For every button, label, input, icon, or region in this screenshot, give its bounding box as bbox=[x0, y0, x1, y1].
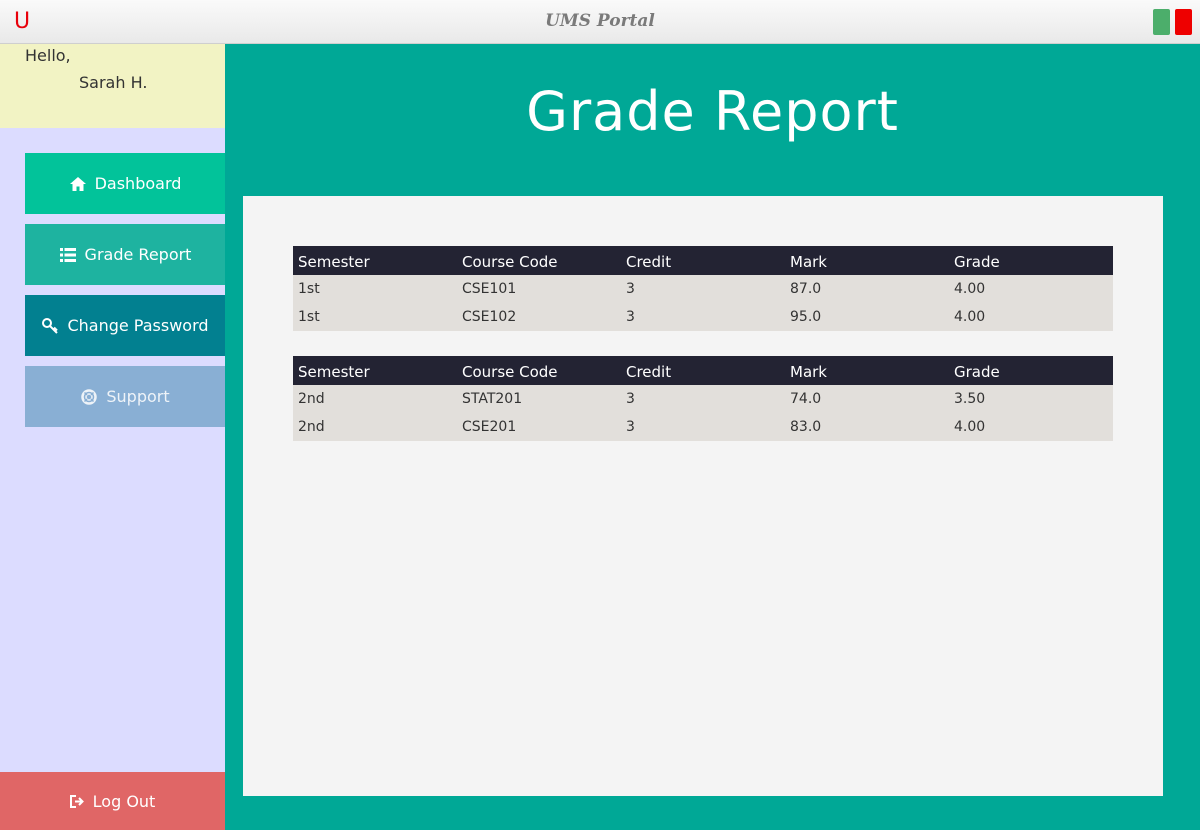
table-cell: 4.00 bbox=[949, 303, 1113, 331]
sidebar-item-grade-report[interactable]: Grade Report bbox=[25, 224, 225, 285]
page-title: Grade Report bbox=[526, 80, 899, 143]
table-cell: 1st bbox=[293, 275, 457, 303]
column-header: Semester bbox=[293, 356, 457, 385]
grade-table-2: Semester Course Code Credit Mark Grade 2… bbox=[293, 356, 1113, 441]
column-header: Credit bbox=[621, 356, 785, 385]
table-cell: 83.0 bbox=[785, 413, 949, 441]
key-icon bbox=[41, 317, 59, 335]
table-cell: 74.0 bbox=[785, 385, 949, 413]
column-header: Course Code bbox=[457, 246, 621, 275]
table-cell: CSE102 bbox=[457, 303, 621, 331]
list-icon bbox=[59, 246, 77, 264]
grade-table-1: Semester Course Code Credit Mark Grade 1… bbox=[293, 246, 1113, 331]
table-cell: 3.50 bbox=[949, 385, 1113, 413]
sidebar-item-label: Grade Report bbox=[84, 245, 192, 264]
logout-button[interactable]: Log Out bbox=[0, 772, 225, 830]
table-row: 1st CSE102 3 95.0 4.00 bbox=[293, 303, 1113, 331]
window-title: UMS Portal bbox=[545, 11, 655, 31]
table-cell: 2nd bbox=[293, 385, 457, 413]
close-button[interactable] bbox=[1175, 9, 1192, 35]
sidebar-item-change-password[interactable]: Change Password bbox=[25, 295, 225, 356]
maximize-button[interactable] bbox=[1153, 9, 1170, 35]
table-cell: 4.00 bbox=[949, 275, 1113, 303]
sidebar-item-label: Dashboard bbox=[94, 174, 182, 193]
username: Sarah H. bbox=[79, 73, 148, 92]
logout-label: Log Out bbox=[92, 791, 156, 811]
table-header-row: Semester Course Code Credit Mark Grade bbox=[293, 356, 1113, 385]
table-cell: CSE101 bbox=[457, 275, 621, 303]
column-header: Grade bbox=[949, 246, 1113, 275]
table-row: 2nd STAT201 3 74.0 3.50 bbox=[293, 385, 1113, 413]
sidebar-item-label: Change Password bbox=[67, 316, 209, 335]
column-header: Course Code bbox=[457, 356, 621, 385]
column-header: Credit bbox=[621, 246, 785, 275]
table-cell: 1st bbox=[293, 303, 457, 331]
lifebuoy-icon bbox=[80, 388, 98, 406]
table-cell: CSE201 bbox=[457, 413, 621, 441]
sidebar-item-label: Support bbox=[106, 387, 170, 406]
sign-out-icon bbox=[69, 794, 85, 808]
table-cell: 3 bbox=[621, 275, 785, 303]
column-header: Grade bbox=[949, 356, 1113, 385]
sidebar: Hello, Sarah H. Dashboard Grade Report C… bbox=[0, 44, 225, 830]
table-cell: 2nd bbox=[293, 413, 457, 441]
table-cell: 3 bbox=[621, 413, 785, 441]
table-cell: 3 bbox=[621, 385, 785, 413]
home-icon bbox=[69, 175, 87, 193]
table-cell: STAT201 bbox=[457, 385, 621, 413]
table-cell: 95.0 bbox=[785, 303, 949, 331]
table-row: 2nd CSE201 3 83.0 4.00 bbox=[293, 413, 1113, 441]
greeting-text: Hello, bbox=[25, 46, 71, 65]
table-header-row: Semester Course Code Credit Mark Grade bbox=[293, 246, 1113, 275]
greeting-panel: Hello, Sarah H. bbox=[0, 44, 225, 128]
sidebar-item-dashboard[interactable]: Dashboard bbox=[25, 153, 225, 214]
title-bar: U UMS Portal bbox=[0, 0, 1200, 44]
table-row: 1st CSE101 3 87.0 4.00 bbox=[293, 275, 1113, 303]
column-header: Semester bbox=[293, 246, 457, 275]
column-header: Mark bbox=[785, 246, 949, 275]
table-cell: 87.0 bbox=[785, 275, 949, 303]
grade-report-panel: Semester Course Code Credit Mark Grade 1… bbox=[243, 196, 1163, 796]
column-header: Mark bbox=[785, 356, 949, 385]
table-cell: 4.00 bbox=[949, 413, 1113, 441]
sidebar-item-support[interactable]: Support bbox=[25, 366, 225, 427]
table-cell: 3 bbox=[621, 303, 785, 331]
